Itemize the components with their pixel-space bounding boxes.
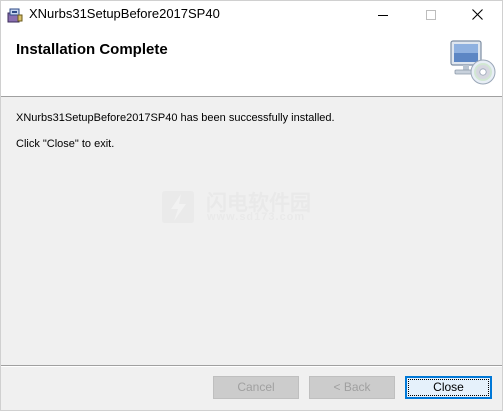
window-title: XNurbs31SetupBefore2017SP40 (29, 6, 220, 21)
computer-cd-icon (450, 40, 496, 85)
maximize-icon (426, 9, 436, 20)
focus-rect (408, 379, 489, 396)
installer-box-icon (7, 8, 23, 23)
header-banner: Installation Complete (1, 28, 502, 97)
success-message: XNurbs31SetupBefore2017SP40 has been suc… (16, 112, 335, 124)
back-button[interactable]: < Back (309, 376, 395, 399)
close-window-button[interactable] (454, 1, 500, 28)
minimize-button[interactable] (360, 1, 406, 28)
close-button[interactable]: Close (405, 376, 492, 399)
minimize-icon (378, 14, 388, 16)
exit-instruction: Click "Close" to exit. (16, 138, 115, 150)
page-title: Installation Complete (16, 41, 168, 58)
watermark-url: www.sd173.com (207, 211, 306, 223)
cancel-button[interactable]: Cancel (213, 376, 299, 399)
lightning-logo (162, 191, 194, 223)
installer-window: XNurbs31SetupBefore2017SP40 Installation… (0, 0, 503, 411)
watermark: 闪电软件园 www.sd173.com (161, 187, 336, 227)
close-icon (471, 9, 483, 20)
maximize-button[interactable] (408, 1, 454, 28)
title-bar[interactable]: XNurbs31SetupBefore2017SP40 (1, 1, 502, 28)
footer-divider (1, 365, 502, 367)
